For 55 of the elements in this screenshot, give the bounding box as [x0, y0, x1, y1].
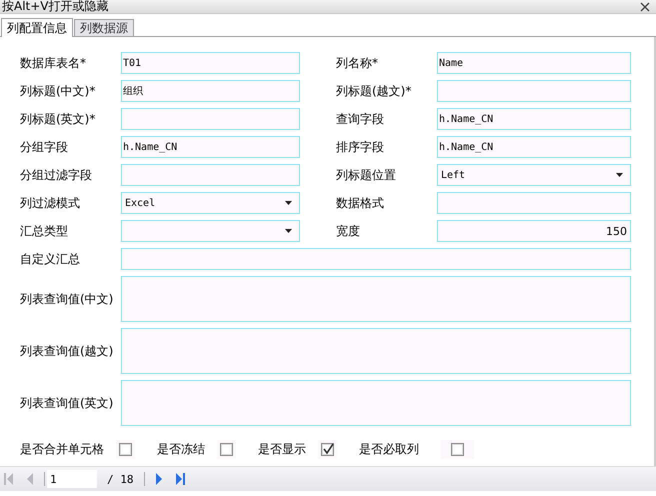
text-field[interactable]: h.Name_CN	[121, 136, 300, 158]
field-label: 列标题(中文)*	[20, 82, 96, 100]
checkbox[interactable]	[451, 442, 464, 456]
field-label: 分组过滤字段	[20, 166, 93, 184]
field-label: 汇总类型	[20, 222, 69, 240]
checkbox-label: 是否必取列	[359, 440, 419, 458]
text-field[interactable]: h.Name_CN	[437, 136, 631, 158]
caret-icon	[616, 173, 623, 177]
tab[interactable]: 列数据源	[74, 19, 134, 36]
field-label: 排序字段	[336, 138, 385, 156]
window-title: 按Alt+V打开或隐藏	[2, 0, 109, 13]
field-label: 列标题(英文)*	[20, 110, 96, 128]
number-field[interactable]: 150	[437, 220, 631, 242]
field-label: 列表查询值(中文)	[20, 290, 114, 308]
field-label: 自定义汇总	[20, 250, 81, 268]
text-field[interactable]: T01	[121, 52, 300, 74]
close-icon[interactable]	[640, 2, 650, 12]
field-label: 查询字段	[336, 110, 385, 128]
checkbox[interactable]	[321, 442, 334, 456]
field-label: 列名称*	[336, 54, 379, 72]
checkbox[interactable]	[220, 442, 233, 456]
checkbox-label: 是否合并单元格	[20, 440, 104, 458]
text-area[interactable]	[121, 276, 631, 322]
text-field[interactable]: h.Name_CN	[437, 108, 631, 130]
text-area[interactable]	[121, 328, 631, 374]
text-area[interactable]	[121, 380, 631, 426]
text-field[interactable]	[437, 192, 631, 214]
checkbox-label: 是否冻结	[157, 440, 205, 458]
text-field[interactable]	[121, 248, 631, 270]
last-page-icon[interactable]	[174, 473, 184, 485]
field-label: 分组字段	[20, 138, 69, 156]
text-field[interactable]	[121, 108, 300, 130]
text-field[interactable]	[121, 164, 300, 186]
field-label: 列过滤模式	[20, 194, 81, 212]
caret-icon	[285, 201, 292, 205]
dropdown-field[interactable]: Left	[437, 164, 631, 186]
checkbox[interactable]	[119, 442, 132, 456]
text-field[interactable]: 组织	[121, 80, 300, 102]
field-label: 列标题位置	[336, 166, 397, 184]
tab[interactable]: 列配置信息	[1, 18, 73, 37]
field-label: 列表查询值(越文)	[20, 342, 114, 360]
caret-icon	[285, 229, 292, 233]
dropdown-field[interactable]	[121, 220, 300, 242]
page-count: / 18	[107, 472, 134, 486]
text-field[interactable]	[437, 80, 631, 102]
dropdown-field[interactable]: Excel	[121, 192, 300, 214]
field-label: 数据库表名*	[20, 54, 87, 72]
field-label: 列标题(越文)*	[336, 82, 412, 100]
field-label: 列表查询值(英文)	[20, 394, 114, 412]
checkbox-label: 是否显示	[258, 440, 306, 458]
field-label: 数据格式	[336, 194, 385, 212]
field-label: 宽度	[336, 222, 361, 240]
next-page-icon[interactable]	[154, 473, 164, 485]
page-number-field[interactable]: 1	[47, 470, 97, 488]
text-field[interactable]: Name	[437, 52, 631, 74]
